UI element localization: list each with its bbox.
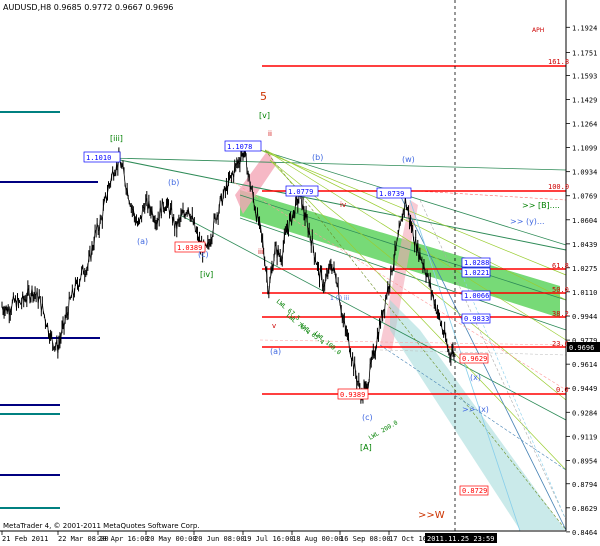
wave-label: (c) bbox=[198, 250, 209, 259]
time-cursor-text: 2011.11.25 23:59 bbox=[427, 535, 494, 543]
price-label: 1.1078 bbox=[227, 143, 252, 151]
wave-label: (b) bbox=[312, 153, 323, 162]
fib-label: 38.2 bbox=[552, 310, 569, 318]
wave-label: (a) bbox=[137, 237, 148, 246]
price-label: 1.0779 bbox=[288, 188, 313, 196]
time-tick-label: 21 Feb 2011 bbox=[2, 535, 48, 543]
wave-label: [iii] bbox=[110, 134, 123, 143]
price-tick-label: 1.0934 bbox=[572, 169, 597, 177]
wave-label: [A] bbox=[360, 443, 372, 452]
price-label: 1.0066 bbox=[464, 292, 489, 300]
copyright-text: MetaTrader 4, © 2001-2011 MetaQuotes Sof… bbox=[3, 522, 200, 530]
time-tick-label: 18 Aug 00:00 bbox=[292, 535, 343, 543]
fib-label: 161.8 bbox=[548, 58, 569, 66]
fib-label: 61.8 bbox=[552, 262, 569, 270]
wave-label: >>W bbox=[418, 510, 445, 521]
price-label: 1.0288 bbox=[464, 259, 489, 267]
wave-label: iv bbox=[340, 201, 346, 209]
price-tick-label: 0.9944 bbox=[572, 313, 597, 321]
wave-label: [v] bbox=[259, 111, 270, 120]
wave-label: iii bbox=[258, 248, 264, 256]
price-tick-label: 1.1593 bbox=[572, 73, 597, 81]
wave-label: >> (x) bbox=[462, 405, 489, 414]
price-tick-label: 0.8954 bbox=[572, 457, 597, 465]
wave-label: (x) bbox=[470, 373, 481, 382]
time-tick-label: 20 Jun 08:00 bbox=[194, 535, 245, 543]
wave-label: 5 bbox=[260, 90, 267, 103]
price-tick-label: 0.8794 bbox=[572, 481, 597, 489]
wave-label: v bbox=[272, 322, 276, 330]
price-segment bbox=[39, 296, 41, 298]
price-tick-label: 0.8629 bbox=[572, 505, 597, 513]
time-tick-label: 20 Apr 16:00 bbox=[98, 535, 149, 543]
time-tick-label: 16 Sep 08:00 bbox=[340, 535, 391, 543]
price-label: 1.1010 bbox=[86, 154, 111, 162]
wave-label: [iv] bbox=[200, 270, 213, 279]
fib-label: 100.0 bbox=[548, 183, 569, 191]
price-segment bbox=[285, 232, 287, 234]
price-label: 0.9833 bbox=[464, 315, 489, 323]
price-tick-label: 1.0604 bbox=[572, 217, 597, 225]
wave-label: (b) bbox=[168, 178, 179, 187]
price-tick-label: 1.0275 bbox=[572, 265, 597, 273]
time-tick-label: 20 May 00:00 bbox=[146, 535, 197, 543]
current-price-text: 0.9696 bbox=[569, 344, 594, 352]
price-label: 0.9629 bbox=[462, 355, 487, 363]
price-tick-label: 1.1099 bbox=[572, 145, 597, 153]
price-tick-label: 0.9449 bbox=[572, 385, 597, 393]
wave-label: (a) bbox=[270, 347, 281, 356]
wave-label: 1 (i) iii bbox=[330, 295, 349, 302]
price-tick-label: 0.8464 bbox=[572, 529, 597, 537]
price-tick-label: 1.0110 bbox=[572, 289, 597, 297]
price-label: 1.0739 bbox=[379, 190, 404, 198]
price-tick-label: 1.1751 bbox=[572, 50, 597, 58]
price-tick-label: 0.9119 bbox=[572, 433, 597, 441]
price-label: 0.8729 bbox=[462, 487, 487, 495]
price-segment bbox=[20, 303, 22, 305]
fib-label: 0.0 bbox=[556, 386, 569, 394]
price-tick-label: 1.1924 bbox=[572, 24, 597, 32]
wave-label: (w) bbox=[402, 155, 415, 164]
price-tick-label: 1.1429 bbox=[572, 96, 597, 104]
price-label: 1.0221 bbox=[464, 269, 489, 277]
price-tick-label: 1.0769 bbox=[572, 193, 597, 201]
wave-label: >> [B].... bbox=[522, 201, 560, 210]
price-segment bbox=[394, 246, 397, 248]
price-tick-label: 0.9284 bbox=[572, 409, 597, 417]
fib-label: 23.6 bbox=[552, 340, 569, 348]
price-tick-label: 0.9614 bbox=[572, 361, 597, 369]
wave-label: (c) bbox=[362, 413, 373, 422]
time-tick-label: 19 Jul 16:00 bbox=[243, 535, 294, 543]
window-title: AUDUSD,H8 0.9685 0.9772 0.9667 0.9696 bbox=[3, 3, 173, 12]
price-tick-label: 1.0439 bbox=[572, 241, 597, 249]
wave-label: >> (y)... bbox=[510, 217, 545, 226]
price-label: 0.9389 bbox=[340, 391, 365, 399]
wave-label: ii bbox=[268, 130, 272, 138]
price-chart[interactable]: 1.1924 1.1751 1.1593 1.1429 1.1264 1.1099 1.09… bbox=[0, 0, 600, 546]
price-tick-label: 1.1264 bbox=[572, 121, 597, 129]
fib-label: 50.0 bbox=[552, 286, 569, 294]
corner-label: APH bbox=[532, 27, 544, 34]
